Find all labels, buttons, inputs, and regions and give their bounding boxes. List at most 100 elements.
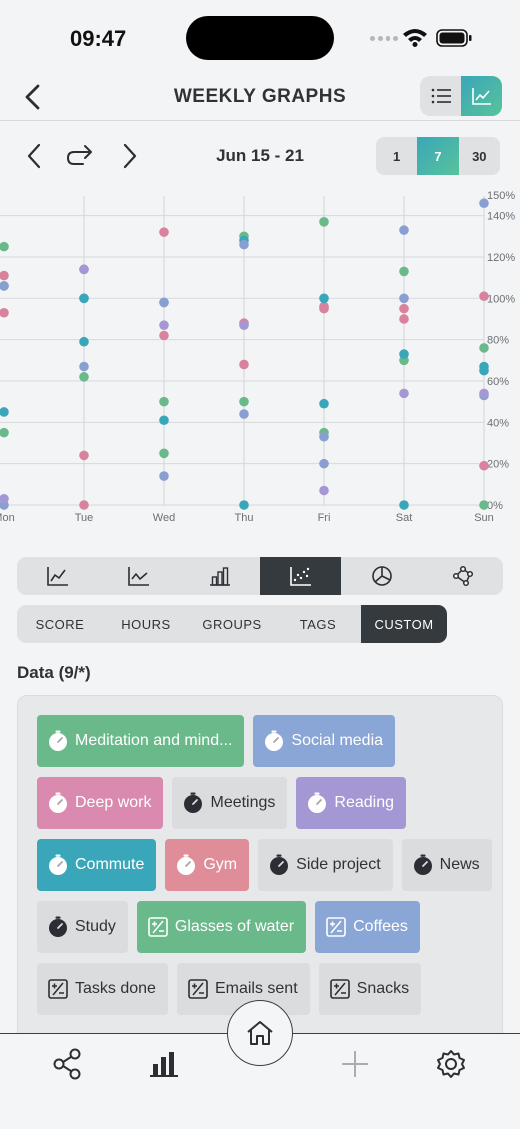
y-tick-label: 80% bbox=[487, 335, 509, 347]
add-tab[interactable] bbox=[335, 1044, 375, 1084]
data-chip[interactable]: News bbox=[401, 839, 492, 891]
data-chip[interactable]: Meditation and mind... bbox=[37, 715, 245, 767]
data-point bbox=[159, 227, 169, 237]
data-point bbox=[79, 293, 89, 304]
data-chip[interactable]: Reading bbox=[296, 777, 407, 829]
tab-custom[interactable]: CUSTOM bbox=[361, 605, 447, 643]
bar-chart-icon bbox=[209, 567, 230, 586]
chevron-left-icon bbox=[27, 143, 41, 169]
data-point bbox=[399, 388, 409, 399]
counter-icon bbox=[188, 979, 208, 999]
data-chip-label: Deep work bbox=[75, 794, 152, 811]
range-1-day-button[interactable]: 1 bbox=[376, 137, 417, 175]
header-divider bbox=[0, 120, 520, 121]
list-view-button[interactable] bbox=[420, 76, 461, 116]
data-point bbox=[239, 320, 249, 330]
line-chart-button[interactable] bbox=[17, 557, 98, 595]
cellular-signal-icon bbox=[370, 34, 398, 42]
stopwatch-icon bbox=[270, 854, 289, 875]
data-chip-label: Snacks bbox=[356, 980, 410, 997]
data-point bbox=[159, 471, 169, 481]
tab-hours[interactable]: HOURS bbox=[103, 605, 189, 643]
settings-tab[interactable] bbox=[431, 1044, 471, 1084]
data-point bbox=[479, 500, 489, 510]
data-chip-label: Commute bbox=[75, 856, 145, 873]
tab-groups[interactable]: GROUPS bbox=[189, 605, 275, 643]
y-tick-label: 100% bbox=[487, 293, 515, 305]
data-chip[interactable]: Study bbox=[37, 901, 128, 953]
data-chip[interactable]: Glasses of water bbox=[136, 901, 307, 953]
data-point bbox=[159, 320, 169, 330]
date-navigation: Jun 15 - 21 1 7 30 bbox=[0, 136, 520, 176]
data-point bbox=[479, 198, 489, 209]
data-chip-label: Social media bbox=[291, 732, 384, 749]
data-chip[interactable]: Tasks done bbox=[37, 963, 168, 1015]
data-chip[interactable]: Side project bbox=[258, 839, 393, 891]
data-point bbox=[479, 361, 489, 372]
share-tab[interactable] bbox=[47, 1044, 87, 1084]
data-point bbox=[479, 291, 489, 302]
data-point bbox=[319, 485, 329, 496]
stopwatch-icon bbox=[49, 792, 67, 813]
data-point bbox=[0, 427, 9, 438]
tab-score[interactable]: SCORE bbox=[17, 605, 103, 643]
graph-view-button[interactable] bbox=[461, 76, 502, 116]
stopwatch-icon bbox=[265, 730, 284, 751]
redo-arrow-icon bbox=[66, 145, 92, 165]
data-point bbox=[79, 336, 89, 347]
home-button[interactable] bbox=[227, 1000, 293, 1066]
stopwatch-icon bbox=[49, 854, 67, 875]
previous-week-button[interactable] bbox=[22, 140, 46, 172]
data-point bbox=[319, 458, 329, 469]
data-point bbox=[0, 307, 9, 318]
data-point bbox=[239, 396, 249, 407]
next-week-button[interactable] bbox=[118, 140, 142, 172]
data-chip[interactable]: Meetings bbox=[172, 777, 288, 829]
reset-to-today-button[interactable] bbox=[64, 140, 96, 172]
counter-icon bbox=[48, 979, 68, 999]
data-chip-label: Reading bbox=[334, 794, 395, 811]
tab-tags[interactable]: TAGS bbox=[275, 605, 361, 643]
data-chip-label: News bbox=[439, 856, 480, 873]
x-tick-label: Thu bbox=[235, 512, 254, 524]
line-graph-icon bbox=[471, 88, 491, 105]
x-tick-label: Tue bbox=[75, 512, 94, 524]
list-icon bbox=[431, 88, 451, 104]
data-point bbox=[319, 398, 329, 409]
data-chip-label: Coffees bbox=[353, 918, 408, 935]
data-chip[interactable]: Social media bbox=[253, 715, 396, 767]
bar-chart-button[interactable] bbox=[179, 557, 260, 595]
data-chip[interactable]: Commute bbox=[37, 839, 157, 891]
scatter-chart-icon bbox=[289, 567, 311, 586]
network-chart-button[interactable] bbox=[422, 557, 503, 595]
data-point bbox=[0, 270, 9, 281]
data-point bbox=[0, 241, 9, 252]
data-section-title: Data (9/*) bbox=[17, 663, 91, 682]
data-point bbox=[239, 359, 249, 370]
data-chip[interactable]: Snacks bbox=[318, 963, 422, 1015]
data-point bbox=[239, 500, 249, 510]
data-chip-label: Tasks done bbox=[75, 980, 156, 997]
status-time: 09:47 bbox=[70, 26, 127, 51]
range-7-days-button[interactable]: 7 bbox=[417, 137, 459, 175]
data-chip[interactable]: Coffees bbox=[315, 901, 420, 953]
trend-chart-button[interactable] bbox=[98, 557, 179, 595]
range-toggle: 1 7 30 bbox=[376, 137, 500, 175]
data-chip[interactable]: Deep work bbox=[37, 777, 164, 829]
data-point bbox=[479, 388, 489, 399]
weekly-scatter-chart: 0% 20% 40% 60% 80% 100% 120% 140% 150% Mon Tue Wed T… bbox=[0, 190, 515, 524]
trend-chart-icon bbox=[127, 567, 149, 586]
data-point bbox=[319, 217, 329, 227]
pie-chart-button[interactable] bbox=[341, 557, 422, 595]
y-tick-label: 20% bbox=[487, 459, 509, 471]
range-30-days-button[interactable]: 30 bbox=[459, 137, 500, 175]
data-chip-label: Emails sent bbox=[214, 980, 298, 997]
scatter-chart-button[interactable] bbox=[260, 557, 341, 595]
stats-tab[interactable] bbox=[144, 1044, 184, 1084]
data-chip-label: Meetings bbox=[210, 794, 276, 811]
data-point bbox=[159, 330, 169, 341]
stopwatch-icon bbox=[177, 854, 196, 875]
data-point bbox=[159, 448, 169, 459]
data-chip[interactable]: Gym bbox=[165, 839, 250, 891]
chart-type-selector bbox=[17, 557, 503, 595]
